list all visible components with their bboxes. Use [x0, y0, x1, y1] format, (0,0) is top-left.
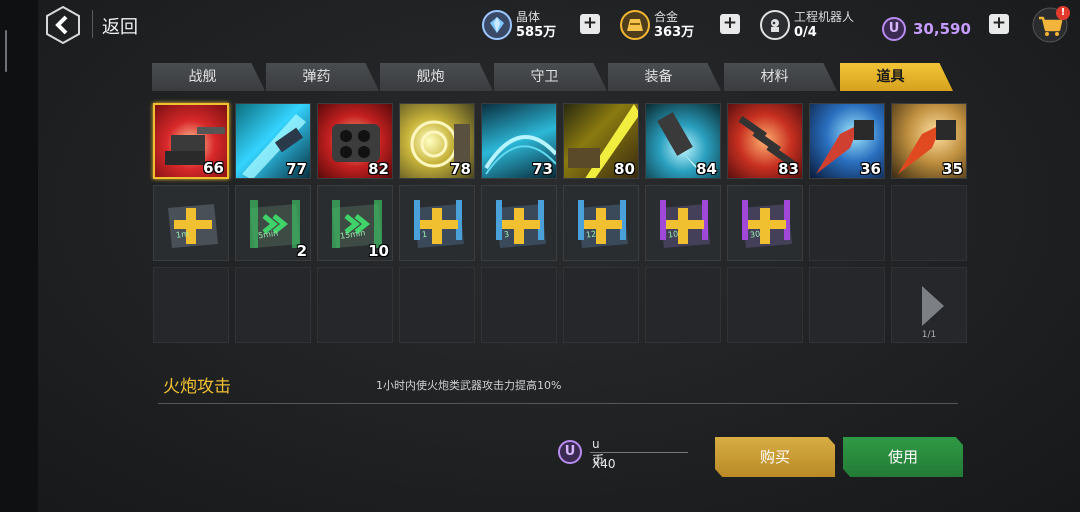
edge-handle[interactable] [5, 30, 7, 72]
item-slot[interactable]: 12 [563, 185, 639, 261]
item-label: 10 [667, 229, 679, 240]
back-arrow-icon [46, 6, 80, 44]
blue-box-icon [400, 186, 474, 260]
buy-button[interactable]: 购买 [715, 437, 835, 477]
empty-slot [891, 185, 967, 261]
back-button[interactable] [46, 6, 80, 44]
empty-slot [809, 185, 885, 261]
item-slot[interactable]: 80 [563, 103, 639, 179]
item-count: 80 [614, 160, 635, 178]
item-count: 83 [778, 160, 799, 178]
item-slot[interactable]: 82 [317, 103, 393, 179]
item-slot[interactable]: 73 [481, 103, 557, 179]
item-slot[interactable]: 36 [809, 103, 885, 179]
u-coin-amount: 30,590 [913, 20, 971, 38]
item-slot[interactable]: 10 [645, 185, 721, 261]
empty-slot [809, 267, 885, 343]
item-slot[interactable]: 1 [399, 185, 475, 261]
tab-cannons[interactable]: 舰炮 [380, 63, 493, 91]
tab-materials[interactable]: 材料 [724, 63, 837, 91]
empty-slot [235, 267, 311, 343]
empty-slot [563, 267, 639, 343]
empty-slot [317, 267, 393, 343]
alloy-icon [620, 10, 650, 40]
play-arrow-icon [922, 286, 944, 326]
item-label: 30 [749, 229, 761, 240]
empty-slot [645, 267, 721, 343]
page-indicator: 1/1 [921, 330, 937, 340]
purple-box-icon [728, 186, 802, 260]
tab-guards[interactable]: 守卫 [494, 63, 607, 91]
blue-box-icon [482, 186, 556, 260]
resource-robot: 工程机器人 0/4 [760, 8, 854, 42]
divider [92, 10, 93, 38]
resource-crystal: 晶体 585万 [482, 8, 556, 42]
item-count: 78 [450, 160, 471, 178]
item-count: 10 [368, 242, 389, 260]
item-title: 火炮攻击 [163, 377, 231, 397]
top-bar: 返回 晶体 585万 + 合金 363万 + 工程机器人 0/4 U 30,59… [38, 0, 1080, 50]
item-count: 82 [368, 160, 389, 178]
item-count: 35 [942, 160, 963, 178]
left-edge [0, 0, 38, 512]
item-slot[interactable]: 5min 2 [235, 185, 311, 261]
item-label: 12 [585, 229, 597, 240]
tab-items[interactable]: 道具 [840, 63, 953, 91]
item-slot[interactable]: 78 [399, 103, 475, 179]
robot-value: 0/4 [794, 25, 817, 40]
item-count: 84 [696, 160, 717, 178]
add-u-coin-button[interactable]: + [989, 14, 1009, 34]
item-label: 3 [503, 229, 510, 240]
crystal-name: 晶体 [516, 10, 541, 24]
crystal-value: 585万 [516, 25, 557, 40]
price-divider [590, 452, 688, 453]
add-alloy-button[interactable]: + [720, 14, 740, 34]
next-page-button[interactable]: 1/1 [891, 267, 967, 343]
back-label[interactable]: 返回 [102, 13, 138, 39]
crystal-icon [482, 10, 512, 40]
item-description: 1小时内使火炮类武器攻击力提高10% [376, 379, 562, 392]
divider [158, 403, 958, 404]
empty-slot [399, 267, 475, 343]
item-slot[interactable]: 30 [727, 185, 803, 261]
gold-box-icon [154, 186, 228, 260]
item-count: 36 [860, 160, 881, 178]
item-slot[interactable]: 83 [727, 103, 803, 179]
purple-box-icon [646, 186, 720, 260]
category-tabs: 战舰 弹药 舰炮 守卫 装备 材料 道具 [152, 63, 964, 91]
item-slot[interactable]: 35 [891, 103, 967, 179]
resource-alloy: 合金 363万 [620, 8, 694, 42]
item-label: 1m [175, 229, 190, 240]
price-quantity: X40 [592, 457, 616, 471]
robot-icon [760, 10, 790, 40]
use-button[interactable]: 使用 [843, 437, 963, 477]
u-coin-balance: U 30,590 [882, 12, 971, 46]
item-count: 66 [203, 159, 224, 177]
item-label: 1 [421, 229, 428, 240]
blue-box-icon [564, 186, 638, 260]
empty-slot [727, 267, 803, 343]
item-count: 2 [296, 242, 307, 260]
item-count: 77 [286, 160, 307, 178]
item-slot[interactable]: 77 [235, 103, 311, 179]
tab-warships[interactable]: 战舰 [152, 63, 265, 91]
empty-slot [481, 267, 557, 343]
tab-ammo[interactable]: 弹药 [266, 63, 379, 91]
alloy-name: 合金 [654, 10, 679, 24]
cart-badge: ! [1056, 6, 1070, 20]
item-slot[interactable]: 15min 10 [317, 185, 393, 261]
item-slot[interactable]: 3 [481, 185, 557, 261]
item-count: 73 [532, 160, 553, 178]
robot-name: 工程机器人 [794, 10, 855, 24]
alloy-value: 363万 [654, 25, 695, 40]
tab-equipment[interactable]: 装备 [608, 63, 721, 91]
item-slot[interactable]: 1m [153, 185, 229, 261]
u-coin-icon: U [882, 17, 906, 41]
item-slot[interactable]: 66 [153, 103, 229, 179]
shop-cart-button[interactable]: ! [1031, 6, 1070, 44]
add-crystal-button[interactable]: + [580, 14, 600, 34]
item-slot[interactable]: 84 [645, 103, 721, 179]
empty-slot [153, 267, 229, 343]
u-coin-icon: U [558, 440, 582, 464]
